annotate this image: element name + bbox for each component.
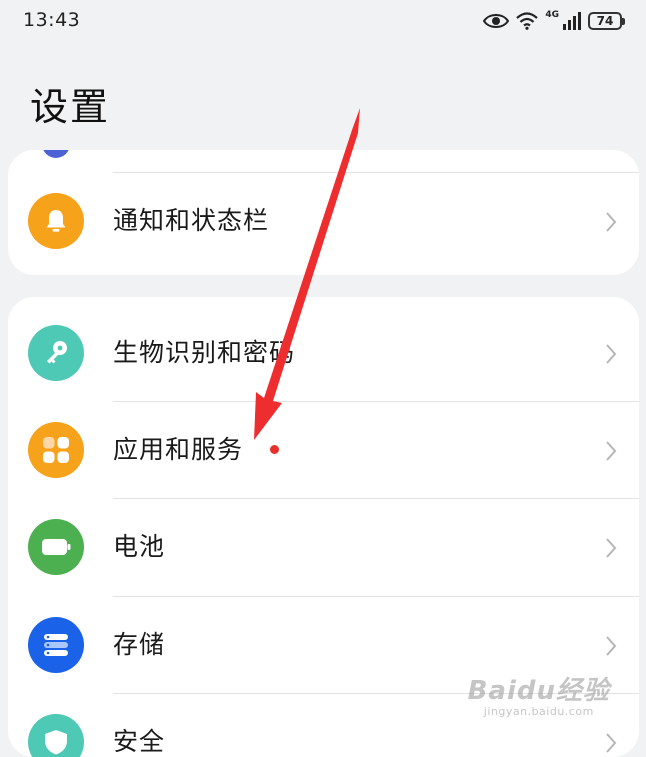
eye-icon — [483, 14, 510, 28]
battery-level: 74 — [596, 14, 614, 28]
battery-icon — [28, 519, 84, 575]
settings-item-label: 存储 — [113, 630, 166, 659]
chevron-right-icon — [606, 441, 617, 461]
key-icon — [28, 325, 84, 381]
network-type-label: 4G — [545, 10, 559, 20]
watermark-url: jingyan.baidu.com — [483, 705, 594, 718]
status-bar: 13:43 4G 74 — [0, 0, 646, 44]
settings-item-label: 应用和服务 — [113, 435, 244, 464]
notification-dot — [270, 445, 279, 454]
watermark: Baidu经验 jingyan.baidu.com — [468, 670, 610, 718]
settings-item-battery[interactable]: 电池 — [8, 498, 639, 596]
chevron-right-icon — [606, 636, 617, 656]
shield-icon — [28, 714, 84, 757]
settings-item-notifications[interactable]: 通知和状态栏 — [8, 172, 639, 270]
chevron-right-icon — [606, 538, 617, 558]
status-time: 13:43 — [23, 9, 81, 31]
chevron-right-icon — [606, 733, 617, 753]
settings-item-biometrics[interactable]: 生物识别和密码 — [8, 304, 639, 402]
chevron-right-icon — [606, 344, 617, 364]
page-title: 设置 — [30, 85, 111, 129]
status-icons: 4G 74 — [483, 9, 625, 33]
storage-icon — [28, 617, 84, 673]
wifi-icon — [516, 12, 539, 30]
cellular-signal-icon — [563, 12, 581, 30]
settings-item-label: 电池 — [113, 532, 166, 561]
battery-indicator: 74 — [588, 12, 625, 30]
settings-item-apps[interactable]: 应用和服务 — [8, 401, 639, 499]
chevron-right-icon — [606, 212, 617, 232]
settings-item-label: 安全 — [113, 727, 166, 756]
settings-item-label: 生物识别和密码 — [113, 338, 296, 367]
apps-grid-icon — [28, 422, 84, 478]
settings-item-label: 通知和状态栏 — [113, 206, 270, 235]
watermark-logo: Baidu经验 — [467, 676, 610, 706]
partial-icon — [42, 150, 70, 158]
bell-icon — [28, 193, 84, 249]
settings-card-notifications: 通知和状态栏 — [8, 150, 639, 275]
